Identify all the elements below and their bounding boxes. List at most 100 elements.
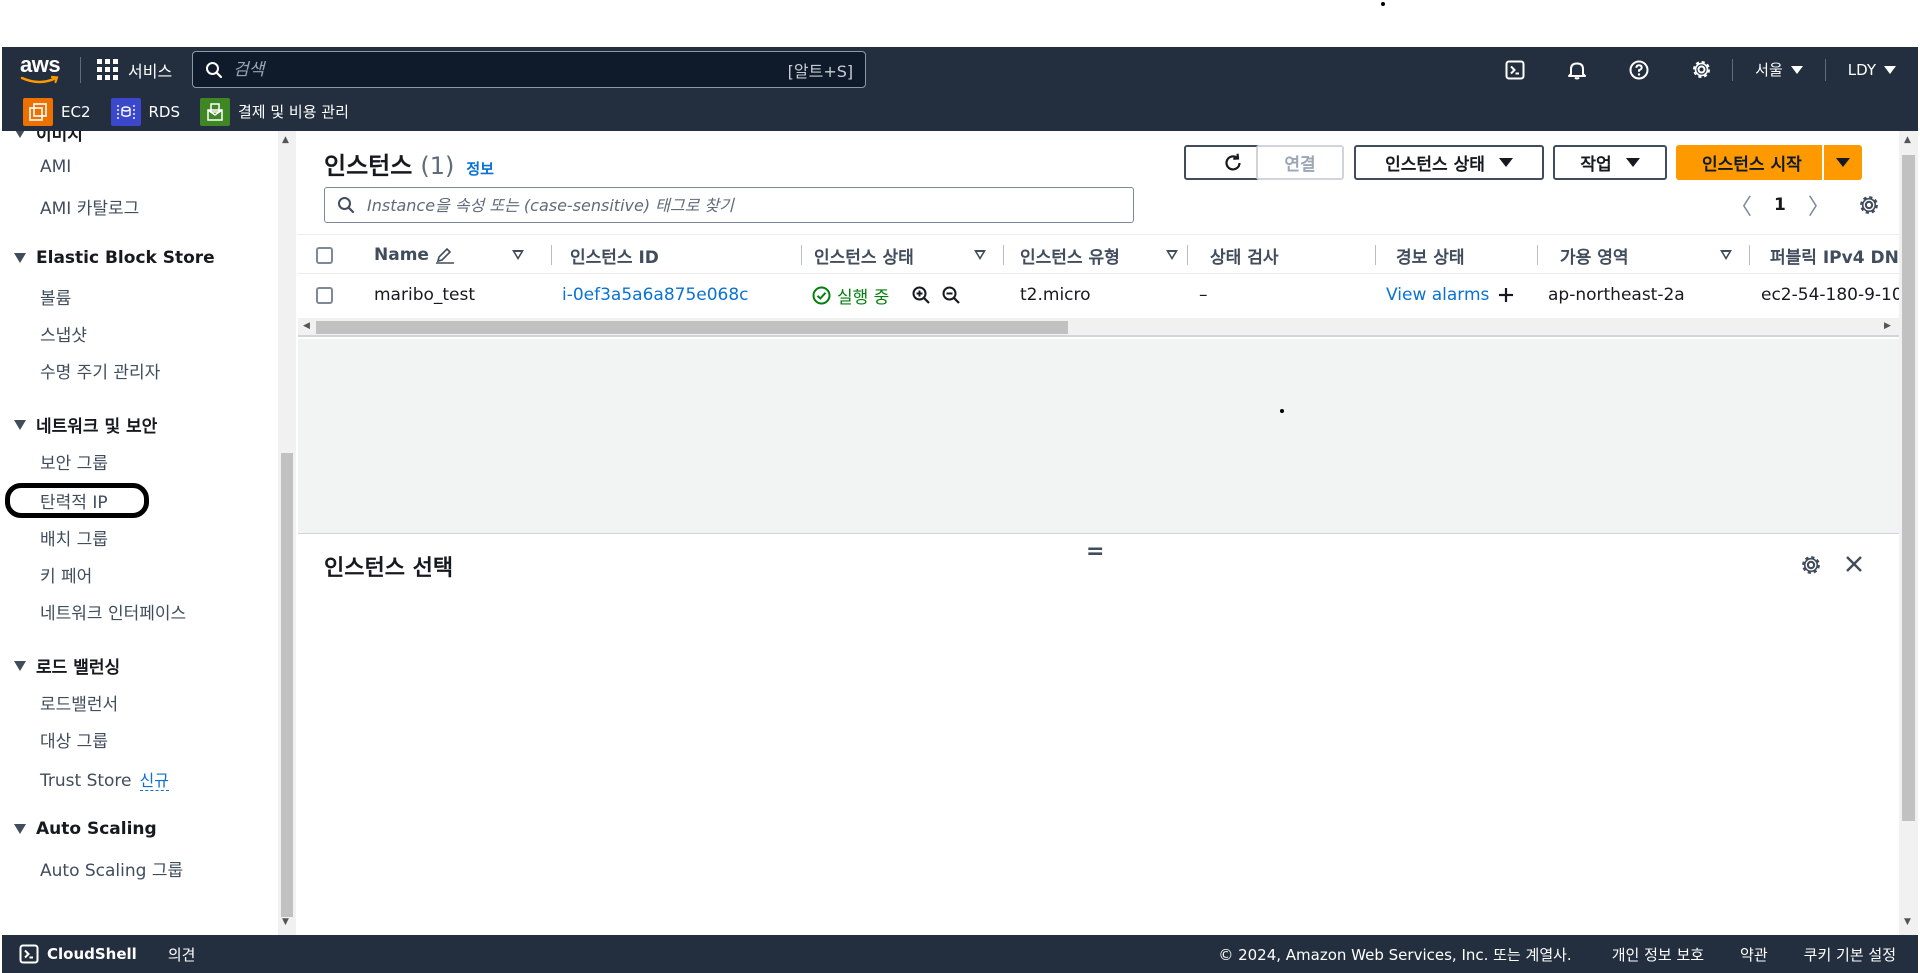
scroll-right-arrow-icon[interactable]: ▶ <box>1884 321 1891 331</box>
column-header-instance-id[interactable]: 인스턴스 ID <box>552 235 802 275</box>
collapse-triangle-icon <box>14 253 26 263</box>
rds-service-icon <box>110 97 141 126</box>
page-header: 인스턴스 (1) 정보 <box>324 146 494 181</box>
actions-dropdown[interactable]: 작업 <box>1553 145 1667 180</box>
sort-icon[interactable] <box>1166 250 1178 260</box>
caret-down-icon <box>1835 158 1850 167</box>
sidebar-item-trust-store[interactable]: Trust Store 신규 <box>40 767 169 791</box>
help-button[interactable] <box>1608 47 1670 92</box>
cloudshell-icon <box>19 944 39 964</box>
zoom-out-icon[interactable] <box>941 285 961 305</box>
region-selector[interactable]: 서울 <box>1733 59 1825 80</box>
previous-page-icon[interactable]: 〈 <box>1730 189 1752 221</box>
global-search[interactable]: [알트+S] <box>192 51 867 88</box>
services-menu-button[interactable]: 서비스 <box>97 58 172 82</box>
scrollbar-thumb[interactable] <box>281 453 293 917</box>
column-header-public-dns[interactable]: 퍼블릭 IPv4 DNS <box>1750 235 1899 275</box>
launch-instance-button[interactable]: 인스턴스 시작 <box>1676 145 1822 180</box>
sidebar-section-auto-scaling[interactable]: Auto Scaling <box>14 819 157 839</box>
main-vertical-scrollbar[interactable]: ▲ ▼ <box>1899 131 1918 935</box>
column-header-instance-type[interactable]: 인스턴스 유형 <box>1004 235 1188 275</box>
column-header-availability-zone[interactable]: 가용 영역 <box>1538 235 1750 275</box>
account-menu[interactable]: LDY <box>1826 61 1918 79</box>
cloudshell-button[interactable] <box>1484 47 1546 92</box>
footer-cookies-link[interactable]: 쿠키 기본 설정 <box>1804 944 1896 965</box>
sidebar-item-lifecycle-manager[interactable]: 수명 주기 관리자 <box>40 358 160 383</box>
scroll-up-arrow-icon[interactable]: ▲ <box>1904 135 1911 145</box>
table-horizontal-scrollbar[interactable]: ◀ ▶ <box>298 318 1899 337</box>
close-icon[interactable] <box>1842 552 1866 576</box>
scrollbar-thumb[interactable] <box>316 321 1068 334</box>
sidebar-item-ami[interactable]: AMI <box>40 157 71 177</box>
current-page-number[interactable]: 1 <box>1774 195 1786 215</box>
sidebar-scrollbar[interactable]: ▲ ▼ <box>278 131 296 935</box>
column-header-instance-state[interactable]: 인스턴스 상태 <box>802 235 1004 275</box>
select-all-checkbox[interactable] <box>316 246 333 264</box>
sidebar-item-elastic-ip[interactable]: 탄력적 IP <box>40 488 108 513</box>
scroll-down-arrow-icon[interactable]: ▼ <box>282 917 289 927</box>
column-header-status-check[interactable]: 상태 검사 <box>1188 235 1376 275</box>
add-alarm-plus-icon[interactable] <box>1497 286 1515 304</box>
footer-cloudshell-button[interactable]: CloudShell <box>19 944 137 964</box>
column-header-alarm-status[interactable]: 경보 상태 <box>1376 235 1538 275</box>
sidebar-item-auto-scaling-groups[interactable]: Auto Scaling 그룹 <box>40 856 183 881</box>
ec2-service-icon <box>23 97 53 126</box>
split-panel-resize-handle[interactable]: = <box>1086 539 1104 564</box>
instance-filter[interactable] <box>324 187 1134 223</box>
grid-icon <box>97 59 118 80</box>
settings-button[interactable] <box>1670 47 1732 92</box>
edit-pencil-icon <box>435 247 454 264</box>
sidebar-item-key-pairs[interactable]: 키 페어 <box>40 562 92 587</box>
sidebar-section-images[interactable]: 이미지 <box>14 131 83 145</box>
sidebar-section-network-security[interactable]: 네트워크 및 보안 <box>14 412 157 437</box>
scroll-down-arrow-icon[interactable]: ▼ <box>1904 917 1911 927</box>
favorite-billing[interactable]: 결제 및 비용 관리 <box>200 97 349 126</box>
split-panel-gear-icon[interactable] <box>1800 554 1822 576</box>
billing-service-icon <box>200 97 230 126</box>
instance-id-link[interactable]: i-0ef3a5a6a875e068c <box>562 274 749 316</box>
instance-state-dropdown[interactable]: 인스턴스 상태 <box>1354 145 1544 180</box>
instance-filter-input[interactable] <box>367 195 1121 215</box>
footer-feedback-link[interactable]: 의견 <box>168 944 196 965</box>
favorite-ec2[interactable]: EC2 <box>23 97 91 126</box>
sort-icon[interactable] <box>974 250 986 260</box>
zoom-in-icon[interactable] <box>911 285 931 305</box>
aws-logo[interactable]: aws <box>20 51 66 86</box>
footer-terms-link[interactable]: 약관 <box>1740 944 1768 965</box>
sidebar-item-load-balancers[interactable]: 로드밸런서 <box>40 690 118 715</box>
sidebar-section-ebs[interactable]: Elastic Block Store <box>14 248 215 268</box>
favorite-rds[interactable]: RDS <box>110 97 180 126</box>
check-circle-icon <box>812 286 831 304</box>
table-preferences-gear-icon[interactable] <box>1858 194 1880 216</box>
collapse-triangle-icon <box>14 419 26 430</box>
info-link[interactable]: 정보 <box>466 158 494 179</box>
sidebar-item-target-groups[interactable]: 대상 그룹 <box>40 727 108 752</box>
sidebar-item-placement-groups[interactable]: 배치 그룹 <box>40 525 108 550</box>
scrollbar-thumb[interactable] <box>1902 155 1915 821</box>
new-badge: 신규 <box>139 771 169 791</box>
row-checkbox[interactable] <box>316 286 333 304</box>
caret-down-icon <box>1790 65 1803 74</box>
column-header-name[interactable]: Name <box>362 235 552 275</box>
view-alarms-link[interactable]: View alarms <box>1386 285 1489 305</box>
global-search-input[interactable] <box>233 59 788 80</box>
scroll-left-arrow-icon[interactable]: ◀ <box>303 321 310 331</box>
footer-privacy-link[interactable]: 개인 정보 보호 <box>1612 944 1704 965</box>
instances-table: Name 인스턴스 ID 인스턴스 상태 인스턴스 유형 상태 검사 경보 상태… <box>298 234 1899 318</box>
connect-button[interactable]: 연결 <box>1256 145 1344 180</box>
notifications-button[interactable] <box>1546 47 1608 92</box>
sort-icon[interactable] <box>512 250 524 260</box>
sidebar-item-volumes[interactable]: 볼륨 <box>40 284 71 309</box>
table-row[interactable]: maribo_test i-0ef3a5a6a875e068c 실행 중 t2.… <box>298 274 1899 316</box>
sidebar-item-network-interfaces[interactable]: 네트워크 인터페이스 <box>40 599 186 624</box>
sidebar-section-load-balancing[interactable]: 로드 밸런싱 <box>14 653 120 678</box>
sidebar-item-security-groups[interactable]: 보안 그룹 <box>40 449 108 474</box>
sidebar-item-snapshots[interactable]: 스냅샷 <box>40 321 87 346</box>
launch-options-dropdown[interactable] <box>1824 145 1862 180</box>
sort-icon[interactable] <box>1720 250 1732 260</box>
aws-logo-text: aws <box>20 51 61 77</box>
favorites-bar: EC2 RDS 결제 및 비용 관리 <box>2 92 1918 131</box>
sidebar-item-ami-catalog[interactable]: AMI 카탈로그 <box>40 194 139 219</box>
scroll-up-arrow-icon[interactable]: ▲ <box>282 135 289 145</box>
next-page-icon[interactable]: 〉 <box>1808 189 1830 221</box>
